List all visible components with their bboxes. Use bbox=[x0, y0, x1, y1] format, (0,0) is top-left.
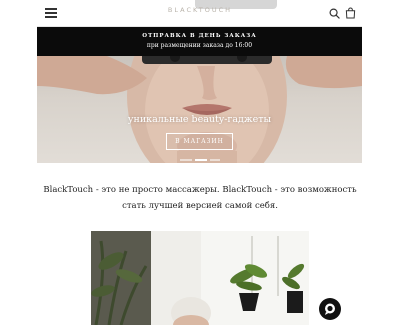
slideshow-dots bbox=[180, 159, 220, 161]
chat-button[interactable] bbox=[319, 298, 341, 320]
announcement-bar: ОТПРАВКА В ДЕНЬ ЗАКАЗА при размещении за… bbox=[37, 27, 362, 56]
lifestyle-photo bbox=[91, 231, 309, 325]
announcement-title: ОТПРАВКА В ДЕНЬ ЗАКАЗА bbox=[142, 33, 257, 39]
hero-slideshow[interactable]: уникальные beauty-гаджеты В МАГАЗИН bbox=[37, 56, 362, 163]
chat-bubble-icon bbox=[325, 303, 335, 315]
slide-dot[interactable] bbox=[210, 159, 220, 161]
hero-caption: уникальные beauty-гаджеты bbox=[127, 114, 272, 125]
lifestyle-image bbox=[91, 231, 309, 325]
announcement-subtitle: при размещении заказа до 16:00 bbox=[146, 42, 253, 49]
site-header: BLACKTOUCH bbox=[37, 0, 362, 27]
intro-text: BlackTouch - это не просто массажеры. Bl… bbox=[43, 185, 357, 211]
site-logo[interactable]: BLACKTOUCH bbox=[165, 6, 235, 14]
menu-icon[interactable] bbox=[45, 8, 57, 18]
cart-icon[interactable] bbox=[345, 7, 356, 19]
search-icon[interactable] bbox=[329, 8, 340, 19]
slide-dot-active[interactable] bbox=[195, 159, 207, 161]
shop-button[interactable]: В МАГАЗИН bbox=[166, 133, 233, 150]
slide-dot[interactable] bbox=[180, 159, 192, 161]
